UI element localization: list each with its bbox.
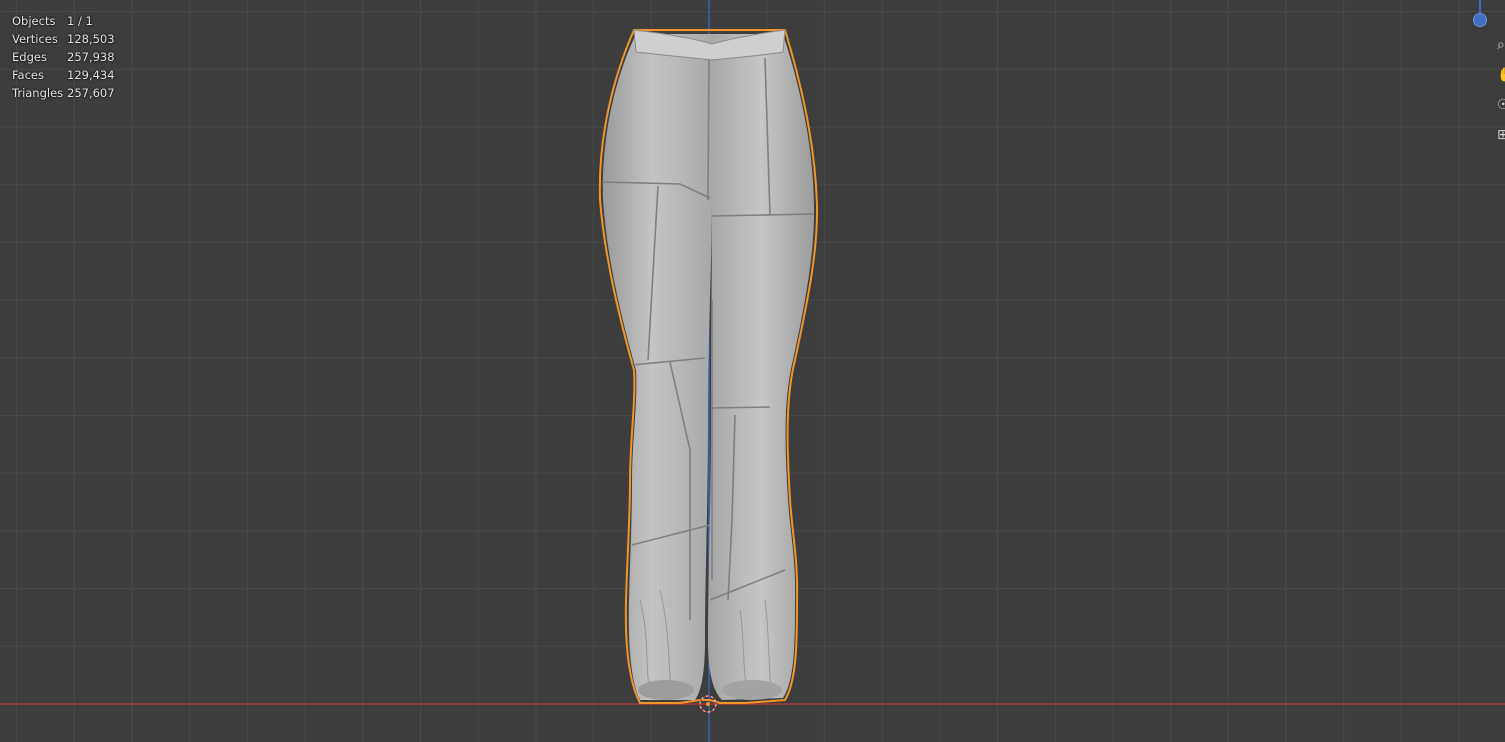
- pants-mesh[interactable]: [0, 0, 1505, 742]
- stat-label: Faces: [12, 68, 44, 82]
- left-leg: [602, 34, 712, 700]
- stat-value: 257,607: [67, 86, 115, 100]
- stat-value: 128,503: [67, 32, 115, 46]
- right-leg: [708, 34, 815, 700]
- stat-value: 129,434: [67, 68, 115, 82]
- grid-icon[interactable]: ⊞: [1497, 126, 1505, 144]
- statistics-overlay: Objects 1 / 1 Vertices 128,503 Edges 257…: [12, 12, 115, 102]
- 3d-viewport[interactable]: Objects 1 / 1 Vertices 128,503 Edges 257…: [0, 0, 1505, 742]
- navigation-gizmo[interactable]: ⌕ ✋ ☉ ⊞: [1465, 0, 1505, 160]
- stat-label: Triangles: [12, 86, 64, 100]
- origin-crosshair-icon[interactable]: [699, 695, 717, 713]
- magnifier-icon[interactable]: ⌕: [1497, 36, 1505, 54]
- right-cuff: [722, 680, 782, 700]
- stat-label: Edges: [12, 50, 47, 64]
- camera-icon[interactable]: ☉: [1497, 96, 1505, 114]
- stat-vertices: Vertices 128,503: [12, 30, 115, 48]
- stat-objects: Objects 1 / 1: [12, 12, 115, 30]
- stat-value: 257,938: [67, 50, 115, 64]
- z-axis-handle: [1473, 13, 1487, 27]
- left-cuff: [638, 680, 694, 700]
- hand-icon[interactable]: ✋: [1497, 66, 1505, 84]
- stat-faces: Faces 129,434: [12, 66, 115, 84]
- stat-triangles: Triangles 257,607: [12, 84, 115, 102]
- stat-value: 1 / 1: [67, 14, 93, 28]
- stat-edges: Edges 257,938: [12, 48, 115, 66]
- axis-gizmo[interactable]: [1465, 0, 1505, 40]
- stat-label: Vertices: [12, 32, 58, 46]
- stat-label: Objects: [12, 14, 56, 28]
